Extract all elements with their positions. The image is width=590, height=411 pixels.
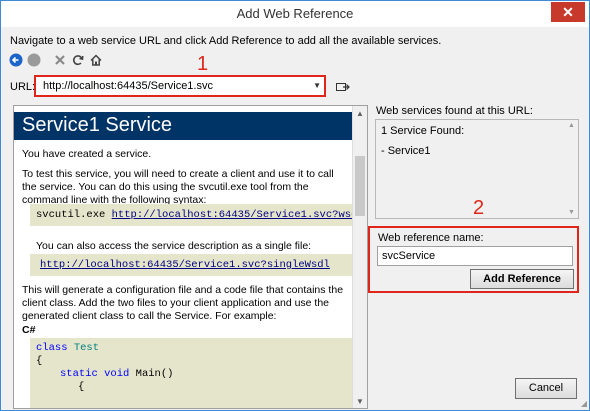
svcutil-command: svcutil.exe xyxy=(36,209,106,221)
wsdl-link[interactable]: http://localhost:64435/Service1.svc?wsdl xyxy=(112,209,352,221)
found-scrollbar[interactable]: ▲ ▼ xyxy=(565,120,578,218)
annotation-number-1: 1 xyxy=(197,53,209,75)
web-reference-name-label: Web reference name: xyxy=(378,232,484,244)
found-services-label: Web services found at this URL: xyxy=(376,105,533,117)
add-web-reference-dialog: Add Web Reference ✕ Navigate to a web se… xyxy=(0,0,590,411)
url-combobox[interactable]: http://localhost:64435/Service1.svc ▼ xyxy=(34,75,326,97)
svcutil-code-block: svcutil.exe http://localhost:64435/Servi… xyxy=(30,204,352,226)
web-reference-name-input[interactable]: svcService xyxy=(377,246,573,266)
go-icon[interactable] xyxy=(336,81,350,93)
scrollbar-thumb[interactable] xyxy=(355,156,365,216)
service-count-text: 1 Service Found: xyxy=(381,125,465,137)
stop-icon[interactable] xyxy=(53,53,69,69)
web-reference-name-value: svcService xyxy=(382,250,436,262)
cancel-button[interactable]: Cancel xyxy=(515,378,577,399)
service-document: Service1 Service You have created a serv… xyxy=(14,106,352,408)
csharp-code-block: class Test { static void Main() { xyxy=(30,338,352,408)
resize-grip-icon[interactable]: ◢ xyxy=(581,399,587,408)
intro-text: Navigate to a web service URL and click … xyxy=(10,35,442,47)
url-input[interactable]: http://localhost:64435/Service1.svc xyxy=(43,80,213,92)
refresh-icon[interactable] xyxy=(71,53,87,69)
annotation-number-2: 2 xyxy=(473,197,485,219)
void-keyword: void xyxy=(104,368,130,380)
url-label: URL: xyxy=(10,81,36,93)
class-keyword: class xyxy=(36,342,68,354)
main-method: Main() xyxy=(135,368,174,380)
service-item: - Service1 xyxy=(381,145,431,157)
created-text: You have created a service. xyxy=(22,148,152,160)
forward-icon[interactable] xyxy=(27,53,43,69)
language-label: C# xyxy=(22,324,36,336)
document-title: Service1 Service xyxy=(22,114,173,136)
browser-scrollbar[interactable]: ▲ ▼ xyxy=(352,106,367,408)
service-browser-pane[interactable]: Service1 Service You have created a serv… xyxy=(13,105,368,409)
static-keyword: static xyxy=(60,368,98,380)
title-bar: Add Web Reference ✕ xyxy=(1,1,589,27)
close-button[interactable]: ✕ xyxy=(551,2,585,22)
chevron-down-icon[interactable]: ▼ xyxy=(313,81,321,90)
web-reference-group: Web reference name: svcService Add Refer… xyxy=(368,226,579,293)
window-title: Add Web Reference xyxy=(236,6,354,21)
generate-config-text: This will generate a configuration file … xyxy=(22,284,344,322)
single-wsdl-link[interactable]: http://localhost:64435/Service1.svc?sing… xyxy=(40,259,330,271)
document-header: Service1 Service xyxy=(14,112,352,140)
test-instructions-text: To test this service, you will need to c… xyxy=(22,168,334,206)
inner-open-brace: { xyxy=(78,381,85,393)
scroll-up-icon[interactable]: ▲ xyxy=(356,109,364,118)
scroll-up-icon[interactable]: ▲ xyxy=(568,122,575,129)
scroll-down-icon[interactable]: ▼ xyxy=(568,209,575,216)
add-reference-button[interactable]: Add Reference xyxy=(470,269,574,289)
single-file-text: You can also access the service descript… xyxy=(36,240,312,252)
home-icon[interactable] xyxy=(89,53,105,69)
open-brace: { xyxy=(36,355,43,367)
scroll-down-icon[interactable]: ▼ xyxy=(356,397,364,406)
single-wsdl-code-block: http://localhost:64435/Service1.svc?sing… xyxy=(30,254,352,276)
back-icon[interactable] xyxy=(9,53,25,69)
class-name: Test xyxy=(73,342,100,354)
